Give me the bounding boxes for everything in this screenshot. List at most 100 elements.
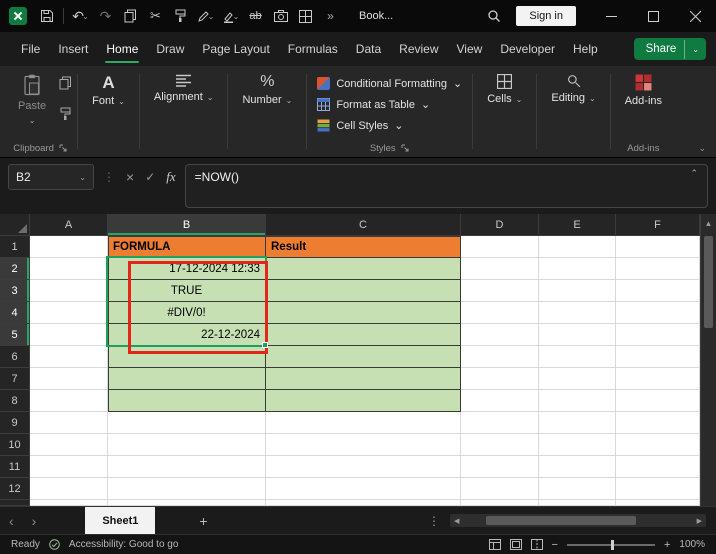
styles-dialog-launcher-icon[interactable] bbox=[401, 144, 410, 153]
cell-B7[interactable] bbox=[108, 368, 266, 390]
cell-F2[interactable] bbox=[616, 258, 700, 280]
tab-developer[interactable]: Developer bbox=[491, 33, 564, 65]
row-header-8[interactable]: 8 bbox=[0, 390, 30, 412]
collapse-ribbon-chevron-icon[interactable]: ⌄ bbox=[698, 143, 706, 154]
tab-file[interactable]: File bbox=[12, 33, 49, 65]
cell-A10[interactable] bbox=[30, 434, 108, 456]
editing-menu-button[interactable]: Editing ⌄ bbox=[542, 72, 604, 106]
cell-E3[interactable] bbox=[539, 280, 616, 302]
tab-view[interactable]: View bbox=[448, 33, 492, 65]
font-menu-button[interactable]: A Font ⌄ bbox=[83, 72, 134, 109]
sheet-nav-right-icon[interactable]: › bbox=[23, 514, 46, 528]
page-layout-view-icon[interactable] bbox=[509, 539, 522, 550]
cell-C8[interactable] bbox=[266, 390, 461, 412]
cell-F5[interactable] bbox=[616, 324, 700, 346]
fill-handle[interactable] bbox=[262, 342, 268, 348]
cell-B11[interactable] bbox=[108, 456, 266, 478]
cell-F1[interactable] bbox=[616, 236, 700, 258]
tab-data[interactable]: Data bbox=[347, 33, 390, 65]
page-break-view-icon[interactable] bbox=[530, 539, 543, 550]
excel-logo[interactable] bbox=[9, 7, 27, 25]
cell-E12[interactable] bbox=[539, 478, 616, 500]
cell-C10[interactable] bbox=[266, 434, 461, 456]
cell-A8[interactable] bbox=[30, 390, 108, 412]
vertical-scrollbar[interactable]: ▲ bbox=[700, 214, 716, 506]
cell-D9[interactable] bbox=[461, 412, 539, 434]
column-header-F[interactable]: F bbox=[616, 214, 700, 236]
column-header-C[interactable]: C bbox=[266, 214, 461, 236]
formula-input[interactable]: =NOW() ⌃ bbox=[184, 164, 708, 208]
cell-C5[interactable] bbox=[266, 324, 461, 346]
row-header-5[interactable]: 5 bbox=[0, 324, 30, 346]
cell-D1[interactable] bbox=[461, 236, 539, 258]
row-header-3[interactable]: 3 bbox=[0, 280, 30, 302]
zoom-level[interactable]: 100% bbox=[679, 539, 705, 550]
close-button[interactable] bbox=[674, 0, 716, 32]
select-all-button[interactable] bbox=[0, 214, 30, 236]
name-box[interactable]: B2 ⌄ bbox=[8, 164, 94, 190]
conditional-formatting-button[interactable]: Conditional Formatting ⌄ bbox=[312, 74, 467, 93]
quick-access-overflow-icon[interactable]: » bbox=[318, 3, 343, 29]
cell-E10[interactable] bbox=[539, 434, 616, 456]
clipboard-dialog-launcher-icon[interactable] bbox=[59, 144, 68, 153]
cell-E4[interactable] bbox=[539, 302, 616, 324]
cell-E8[interactable] bbox=[539, 390, 616, 412]
tab-formulas[interactable]: Formulas bbox=[279, 33, 347, 65]
undo-icon[interactable]: ↶ ⌄ bbox=[68, 3, 93, 29]
row-header-2[interactable]: 2 bbox=[0, 258, 30, 280]
cell-C3[interactable] bbox=[266, 280, 461, 302]
cell-D4[interactable] bbox=[461, 302, 539, 324]
scroll-up-icon[interactable]: ▲ bbox=[701, 214, 716, 232]
borders-icon[interactable] bbox=[293, 3, 318, 29]
sign-in-button[interactable]: Sign in bbox=[516, 6, 576, 26]
tab-draw[interactable]: Draw bbox=[147, 33, 193, 65]
cell-D2[interactable] bbox=[461, 258, 539, 280]
cell-E9[interactable] bbox=[539, 412, 616, 434]
insert-function-button[interactable]: fx bbox=[166, 169, 175, 185]
normal-view-icon[interactable] bbox=[488, 539, 501, 550]
cell-E1[interactable] bbox=[539, 236, 616, 258]
row-header-1[interactable]: 1 bbox=[0, 236, 30, 258]
column-header-A[interactable]: A bbox=[30, 214, 108, 236]
cancel-icon[interactable]: × bbox=[126, 169, 134, 185]
cell-F10[interactable] bbox=[616, 434, 700, 456]
cell-F4[interactable] bbox=[616, 302, 700, 324]
cell-A6[interactable] bbox=[30, 346, 108, 368]
copy-icon[interactable] bbox=[118, 3, 143, 29]
row-header-7[interactable]: 7 bbox=[0, 368, 30, 390]
cell-B8[interactable] bbox=[108, 390, 266, 412]
cell-B4[interactable]: #DIV/0! bbox=[108, 302, 266, 324]
cell-F11[interactable] bbox=[616, 456, 700, 478]
tabbar-kebab-icon[interactable]: ⋮ bbox=[418, 514, 450, 528]
cells-menu-button[interactable]: Cells ⌄ bbox=[478, 72, 531, 107]
vertical-scroll-thumb[interactable] bbox=[704, 236, 713, 328]
strikethrough-icon[interactable]: ab bbox=[243, 3, 268, 29]
cell-C11[interactable] bbox=[266, 456, 461, 478]
cell-B1[interactable]: FORMULA bbox=[108, 236, 266, 258]
cell-B9[interactable] bbox=[108, 412, 266, 434]
share-button[interactable]: Share ⌄ bbox=[633, 38, 706, 60]
cell-D8[interactable] bbox=[461, 390, 539, 412]
cell-F6[interactable] bbox=[616, 346, 700, 368]
name-box-chevron-icon[interactable]: ⌄ bbox=[79, 173, 86, 182]
cell-F7[interactable] bbox=[616, 368, 700, 390]
addins-button[interactable]: Add-ins bbox=[616, 72, 671, 109]
column-header-B[interactable]: B bbox=[108, 214, 266, 236]
accessibility-status[interactable]: Accessibility: Good to go bbox=[69, 539, 179, 550]
format-painter-button[interactable] bbox=[59, 107, 72, 126]
cell-F12[interactable] bbox=[616, 478, 700, 500]
format-as-table-button[interactable]: Format as Table ⌄ bbox=[312, 95, 435, 114]
enter-icon[interactable]: ✓ bbox=[145, 170, 155, 184]
cell-F3[interactable] bbox=[616, 280, 700, 302]
cell-B6[interactable] bbox=[108, 346, 266, 368]
cell-D12[interactable] bbox=[461, 478, 539, 500]
search-icon[interactable] bbox=[481, 3, 506, 29]
formula-bar-collapse-chevron-icon[interactable]: ⌃ bbox=[690, 168, 698, 179]
cell-F8[interactable] bbox=[616, 390, 700, 412]
save-icon[interactable] bbox=[34, 3, 59, 29]
cell-E5[interactable] bbox=[539, 324, 616, 346]
cell-D7[interactable] bbox=[461, 368, 539, 390]
cell-C12[interactable] bbox=[266, 478, 461, 500]
cell-C6[interactable] bbox=[266, 346, 461, 368]
cell-D6[interactable] bbox=[461, 346, 539, 368]
